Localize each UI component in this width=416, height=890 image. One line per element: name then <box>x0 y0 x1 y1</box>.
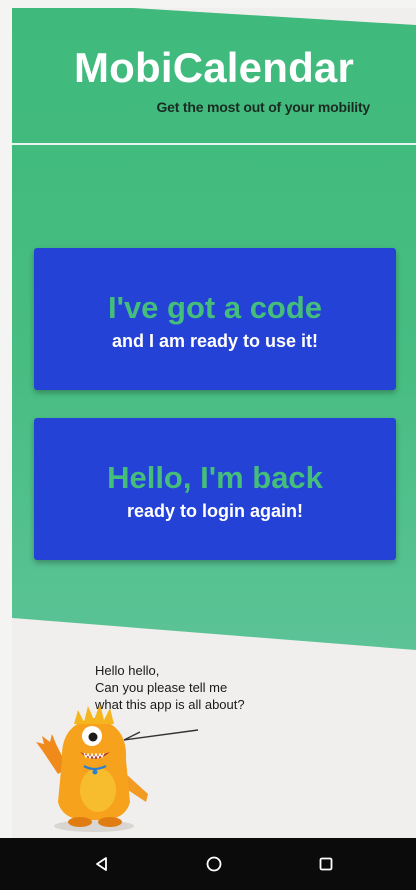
speech-line: Can you please tell me <box>95 680 228 695</box>
login-again-title: Hello, I'm back <box>107 460 323 495</box>
app-title: MobiCalendar <box>73 44 355 91</box>
system-navigation-bar <box>0 838 416 890</box>
got-code-button[interactable]: I've got a code and I am ready to use it… <box>34 248 396 390</box>
left-edge-strip <box>0 0 12 838</box>
recents-square-icon <box>319 857 333 871</box>
got-code-subtitle: and I am ready to use it! <box>111 331 319 351</box>
app-tagline: Get the most out of your mobility <box>156 99 370 115</box>
status-bar-area <box>0 0 416 8</box>
login-again-button[interactable]: Hello, I'm back ready to login again! <box>34 418 396 560</box>
got-code-title: I've got a code <box>107 290 323 325</box>
recents-button[interactable] <box>312 850 340 878</box>
home-circle-icon <box>206 856 222 872</box>
header-divider <box>12 143 416 145</box>
mascot-illustration <box>36 704 199 832</box>
back-button[interactable] <box>88 850 116 878</box>
home-button[interactable] <box>200 850 228 878</box>
back-triangle-icon <box>96 857 107 871</box>
speech-line: Hello hello, <box>95 663 160 678</box>
login-again-subtitle: ready to login again! <box>126 501 304 521</box>
speech-pointer <box>123 729 199 741</box>
